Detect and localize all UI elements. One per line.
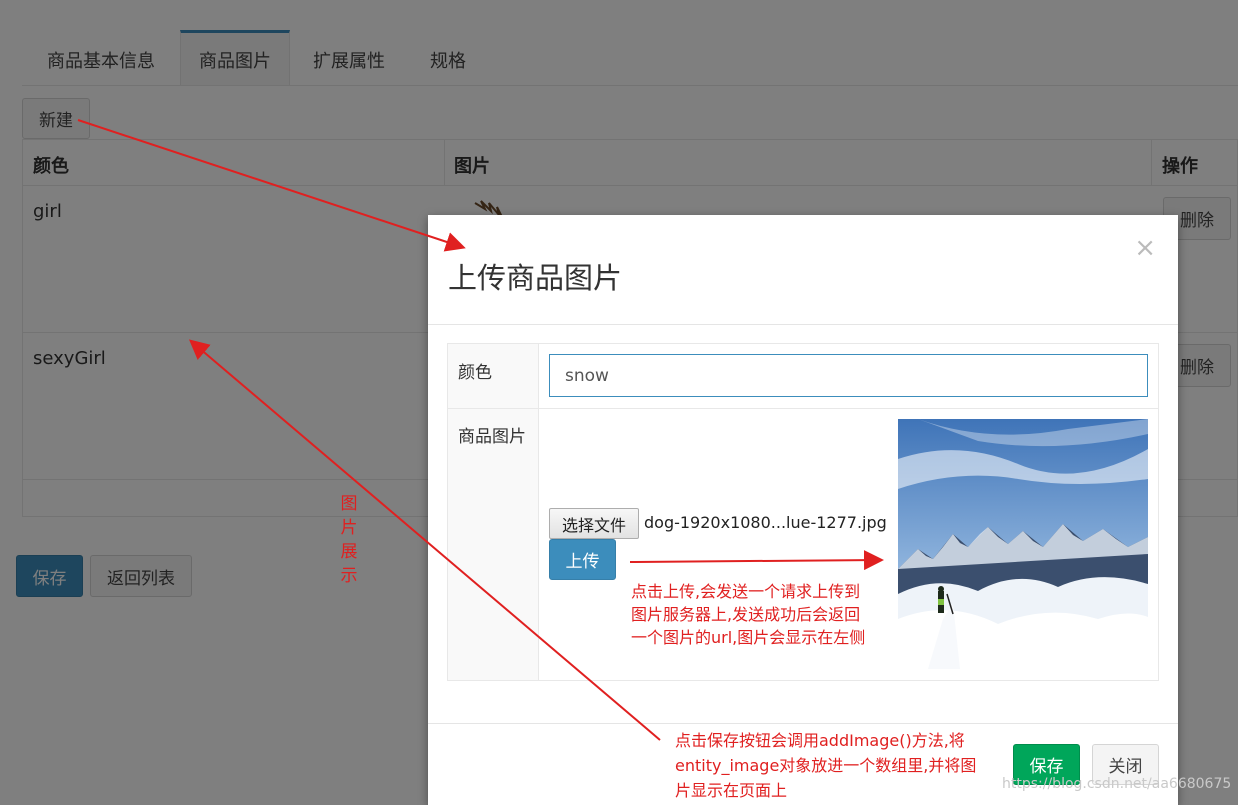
annotation-char: 片 (340, 518, 358, 538)
mountain-image (898, 419, 1148, 669)
close-icon[interactable]: × (1134, 233, 1156, 263)
modal-footer-divider (428, 723, 1178, 724)
form-row-divider (448, 408, 1158, 409)
watermark: https://blog.csdn.net/aa6680675 (1002, 776, 1232, 792)
annotation-char: 展 (340, 542, 358, 562)
annotation-char: 示 (340, 566, 358, 586)
modal-title: 上传商品图片 (448, 261, 623, 295)
color-label: 颜色 (458, 363, 492, 383)
annotation-char: 图 (340, 494, 358, 514)
uploaded-image-preview (898, 419, 1148, 669)
annotation-line: entity_image对象放进一个数组里,并将图 (675, 756, 977, 775)
annotation-line: 图片服务器上,发送成功后会返回 (631, 605, 861, 624)
image-display-annotation: 图 片 展 示 (338, 492, 360, 588)
choose-file-button[interactable]: 选择文件 (549, 508, 639, 539)
color-input[interactable] (549, 354, 1148, 397)
upload-image-modal: 上传商品图片 × 颜色 商品图片 选择文件 dog-1920x1080...lu… (428, 215, 1178, 805)
upload-annotation: 点击上传,会发送一个请求上传到 图片服务器上,发送成功后会返回 一个图片的url… (631, 580, 865, 649)
annotation-line: 点击上传,会发送一个请求上传到 (631, 582, 861, 601)
selected-file-name: dog-1920x1080...lue-1277.jpg (644, 513, 887, 532)
save-annotation: 点击保存按钮会调用addImage()方法,将 entity_image对象放进… (675, 728, 976, 803)
annotation-line: 片显示在页面上 (675, 781, 788, 800)
annotation-line: 一个图片的url,图片会显示在左侧 (631, 628, 866, 647)
image-label: 商品图片 (458, 427, 526, 447)
modal-header-divider (428, 324, 1178, 325)
upload-button[interactable]: 上传 (549, 539, 616, 580)
label-column (448, 344, 539, 680)
annotation-line: 点击保存按钮会调用addImage()方法,将 (675, 731, 965, 750)
page: 商品基本信息 商品图片 扩展属性 规格 新建 颜色 图片 操作 girl 删除 … (0, 0, 1238, 805)
